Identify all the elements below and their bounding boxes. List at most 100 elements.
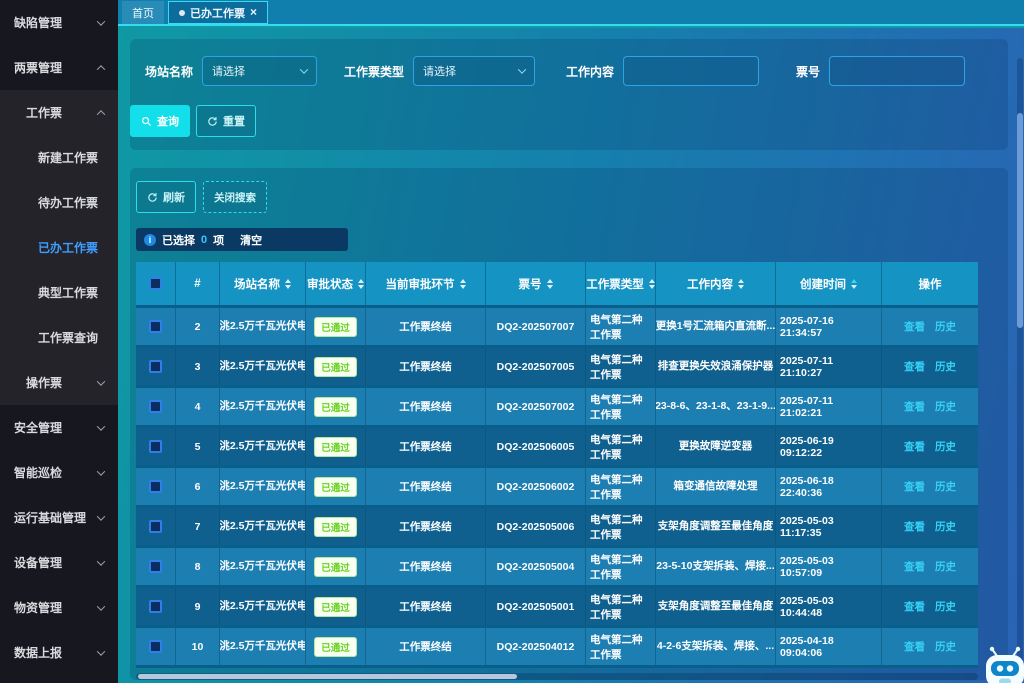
row-checkbox[interactable] (149, 520, 162, 533)
sort-icon[interactable] (358, 279, 364, 289)
view-link[interactable]: 查看 (904, 519, 925, 534)
sort-icon[interactable] (738, 279, 744, 289)
table-row: 3 临洮2.5万千瓦光伏电... 已通过 工作票终结 DQ2-202507005… (136, 348, 978, 388)
row-checkbox[interactable] (149, 640, 162, 653)
view-link[interactable]: 查看 (904, 559, 925, 574)
sidebar-item[interactable]: 待办工作票 (0, 180, 118, 225)
header-content[interactable]: 工作内容 (656, 262, 776, 305)
header-created-label: 创建时间 (800, 276, 846, 292)
refresh-button[interactable]: 刷新 (136, 181, 196, 213)
tab-home[interactable]: 首页 (122, 1, 164, 24)
vertical-scrollbar[interactable] (1017, 58, 1023, 680)
view-link[interactable]: 查看 (904, 319, 925, 334)
clear-selection-link[interactable]: 清空 (240, 232, 262, 248)
sidebar-item[interactable]: 设备管理 (0, 540, 118, 585)
sidebar-item[interactable]: 新建工作票 (0, 135, 118, 180)
reset-button[interactable]: 重置 (196, 105, 256, 137)
sort-icon[interactable] (649, 279, 655, 289)
station-select[interactable]: 请选择 (202, 56, 317, 86)
row-checkbox[interactable] (149, 440, 162, 453)
table-panel: 刷新 关闭搜索 已选择 0 项 清空 # 场站名称 审批状态 当前审批环节 票号… (130, 168, 1008, 680)
history-link[interactable]: 历史 (935, 559, 956, 574)
row-status: 已通过 (306, 388, 366, 425)
header-step[interactable]: 当前审批环节 (366, 262, 486, 305)
view-link[interactable]: 查看 (904, 399, 925, 414)
sort-icon[interactable] (460, 279, 466, 289)
row-type: 电气第二种工作票 (586, 628, 656, 665)
view-link[interactable]: 查看 (904, 359, 925, 374)
sidebar-item[interactable]: 典型工作票 (0, 270, 118, 315)
sidebar-item[interactable]: 两票管理 (0, 45, 118, 90)
row-checkbox[interactable] (149, 400, 162, 413)
header-station[interactable]: 场站名称 (220, 262, 306, 305)
ticket-type-select-value: 请选择 (423, 63, 456, 79)
row-actions: 查看 历史 (882, 588, 978, 625)
sidebar-item[interactable]: 智能巡检 (0, 450, 118, 495)
view-link[interactable]: 查看 (904, 439, 925, 454)
history-link[interactable]: 历史 (935, 439, 956, 454)
sort-icon[interactable] (285, 279, 291, 289)
header-status[interactable]: 审批状态 (306, 262, 366, 305)
history-link[interactable]: 历史 (935, 319, 956, 334)
header-ticket[interactable]: 票号 (486, 262, 586, 305)
sidebar-item-label: 新建工作票 (38, 149, 98, 166)
row-checkbox-cell (136, 588, 176, 625)
history-link[interactable]: 历史 (935, 639, 956, 654)
sidebar-item[interactable]: 已办工作票 (0, 225, 118, 270)
row-step: 工作票终结 (366, 588, 486, 625)
tab-done-worktickets[interactable]: 已办工作票 (168, 1, 268, 24)
ticket-type-select[interactable]: 请选择 (413, 56, 535, 86)
row-checkbox[interactable] (149, 560, 162, 573)
row-checkbox-cell (136, 388, 176, 425)
sidebar-item[interactable]: 工作票 (0, 90, 118, 135)
sort-icon[interactable] (547, 279, 553, 289)
sidebar-item[interactable]: 运行基础管理 (0, 495, 118, 540)
history-link[interactable]: 历史 (935, 359, 956, 374)
view-link[interactable]: 查看 (904, 599, 925, 614)
sidebar-item-label: 两票管理 (14, 59, 62, 76)
selected-count: 0 (201, 234, 207, 246)
sidebar-item-label: 已办工作票 (38, 239, 98, 256)
horizontal-scrollbar-thumb[interactable] (138, 674, 517, 679)
sidebar-item[interactable]: 数据上报 (0, 630, 118, 675)
select-all-checkbox[interactable] (149, 277, 162, 290)
sidebar-item[interactable]: 物资管理 (0, 585, 118, 630)
history-link[interactable]: 历史 (935, 399, 956, 414)
table-header: # 场站名称 审批状态 当前审批环节 票号 工作票类型 工作内容 创建时间 操作 (136, 262, 978, 308)
ticket-no-input[interactable] (829, 56, 965, 86)
sidebar-item-label: 待办工作票 (38, 194, 98, 211)
sidebar-item[interactable]: 缺陷管理 (0, 0, 118, 45)
row-ticket: DQ2-202507005 (486, 348, 586, 385)
header-type[interactable]: 工作票类型 (586, 262, 656, 305)
table-row: 8 临洮2.5万千瓦光伏电... 已通过 工作票终结 DQ2-202505004… (136, 548, 978, 588)
history-link[interactable]: 历史 (935, 599, 956, 614)
row-content: 更换故障逆变器 (656, 428, 776, 465)
sidebar-item[interactable]: 安全管理 (0, 405, 118, 450)
horizontal-scrollbar[interactable] (136, 673, 978, 680)
row-checkbox[interactable] (149, 360, 162, 373)
sort-icon[interactable] (851, 279, 857, 289)
sidebar-item[interactable]: 操作票 (0, 360, 118, 405)
header-created[interactable]: 创建时间 (776, 262, 882, 305)
sidebar-item[interactable]: 工作票查询 (0, 315, 118, 360)
work-content-input[interactable] (623, 56, 759, 86)
sidebar-item-label: 工作票查询 (38, 329, 98, 346)
row-content: 4-2-6支架拆装、焊接、... (656, 628, 776, 665)
query-button[interactable]: 查询 (130, 105, 190, 137)
tab-home-label: 首页 (132, 5, 154, 21)
view-link[interactable]: 查看 (904, 479, 925, 494)
view-link[interactable]: 查看 (904, 639, 925, 654)
refresh-button-label: 刷新 (163, 189, 185, 205)
row-checkbox[interactable] (149, 480, 162, 493)
row-station: 临洮2.5万千瓦光伏电... (220, 468, 306, 505)
row-checkbox-cell (136, 468, 176, 505)
history-link[interactable]: 历史 (935, 479, 956, 494)
row-checkbox[interactable] (149, 320, 162, 333)
vertical-scrollbar-thumb[interactable] (1017, 113, 1023, 328)
history-link[interactable]: 历史 (935, 519, 956, 534)
row-checkbox[interactable] (149, 600, 162, 613)
close-search-button[interactable]: 关闭搜索 (203, 181, 267, 213)
close-icon[interactable] (250, 6, 257, 19)
row-ticket: DQ2-202506002 (486, 468, 586, 505)
robot-assistant-icon[interactable] (982, 646, 1024, 683)
